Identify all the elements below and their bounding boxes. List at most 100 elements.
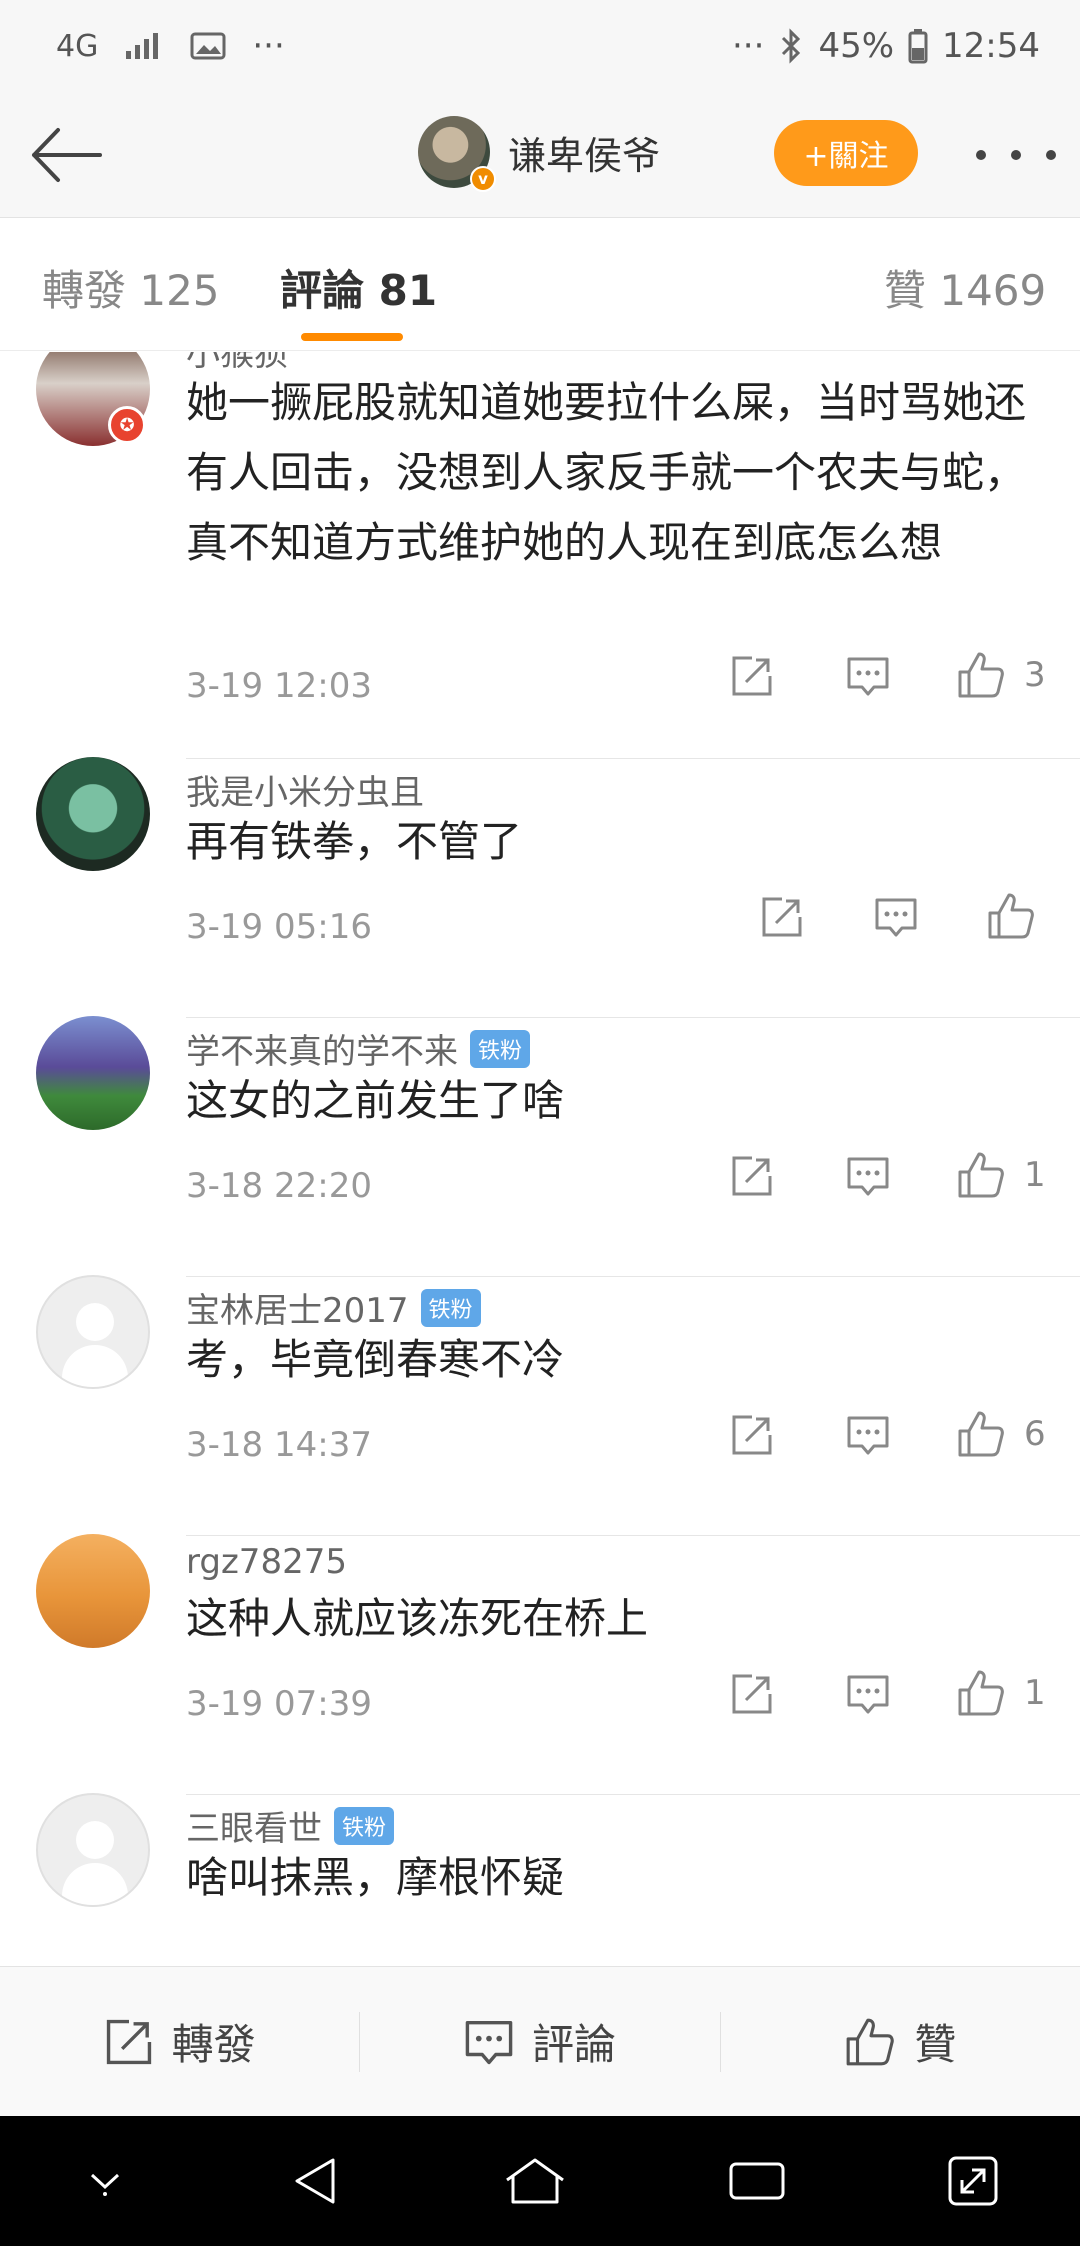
battery-icon [908, 28, 928, 64]
expand-icon[interactable] [946, 2154, 1000, 2208]
thumbs-up-icon [958, 1411, 1004, 1457]
like-count: 6 [1024, 1414, 1046, 1454]
bluetooth-icon [778, 28, 804, 64]
repost-action[interactable]: 轉發 [0, 2011, 359, 2072]
image-icon [190, 31, 226, 61]
more-status: ··· [732, 26, 765, 66]
recent-apps-icon[interactable] [727, 2156, 787, 2206]
dot-icon [1011, 150, 1021, 160]
share-icon [732, 656, 772, 696]
repost-label: 轉發 [171, 2020, 256, 2069]
tab-reposts[interactable]: 轉發 125 [42, 257, 220, 318]
share-icon [732, 1415, 772, 1455]
comment-list: ✪ 小猴狈 她一撅屁股就知道她要拉什么屎，当时骂她还有人回击，没想到人家反手就一… [0, 352, 1080, 1966]
avatar[interactable] [36, 757, 150, 871]
thumbs-up-icon [846, 2018, 895, 2065]
like-action[interactable]: 贊 [721, 2011, 1080, 2072]
reply-button[interactable] [846, 1672, 890, 1716]
like-button[interactable]: 3 [956, 650, 1046, 700]
share-icon [732, 1674, 772, 1714]
like-label: 贊 [914, 2020, 957, 2069]
like-count: 3 [1024, 655, 1046, 695]
avatar[interactable] [36, 1275, 150, 1389]
share-icon [732, 1156, 772, 1196]
comment-time: 3-19 12:03 [186, 666, 372, 706]
repost-button[interactable] [730, 1154, 774, 1198]
comment-icon [847, 1675, 889, 1714]
arrow-left-icon [32, 128, 102, 182]
reply-button[interactable] [846, 654, 890, 698]
tab-indicator [301, 333, 403, 341]
dot-icon [976, 150, 986, 160]
comment-time: 3-19 07:39 [186, 1684, 372, 1724]
comment-action[interactable]: 評論 [360, 2011, 719, 2072]
comment-icon [847, 1157, 889, 1196]
thumbs-up-icon [988, 893, 1034, 939]
like-count: 1 [1024, 1673, 1046, 1713]
thumbs-up-icon [958, 1152, 1004, 1198]
comment-item: 三眼看世 铁粉 啥叫抹黑，摩根怀疑 [0, 1793, 1080, 1966]
home-icon[interactable] [503, 2154, 567, 2208]
default-avatar-icon [76, 1821, 114, 1859]
repost-button[interactable] [730, 654, 774, 698]
more-options-button[interactable] [976, 132, 1056, 178]
signal-icon [124, 31, 164, 61]
network-indicator: 4G [56, 28, 99, 64]
comment-item: rgz78275 这种人就应该冻死在桥上 3-19 07:39 1 [0, 1534, 1080, 1795]
share-icon [106, 2019, 151, 2064]
reply-button[interactable] [874, 895, 918, 939]
header: v 谦卑侯爷 +關注 [0, 92, 1080, 218]
comment-item: ✪ 小猴狈 她一撅屁股就知道她要拉什么屎，当时骂她还有人回击，没想到人家反手就一… [0, 352, 1080, 766]
repost-button[interactable] [730, 1413, 774, 1457]
header-username: 谦卑侯爷 [508, 133, 661, 178]
comment-time: 3-18 14:37 [186, 1425, 372, 1465]
comment-text: 她一撅屁股就知道她要拉什么屎，当时骂她还有人回击，没想到人家反手就一个农夫与蛇，… [186, 378, 1027, 567]
verified-icon: v [470, 166, 496, 192]
tab-comments[interactable]: 評論 81 [280, 257, 437, 318]
comment-icon [847, 657, 889, 696]
comment-text: 再有铁拳，不管了 [186, 817, 523, 866]
thumbs-up-icon [958, 652, 1004, 698]
reply-button[interactable] [846, 1154, 890, 1198]
like-button[interactable]: 1 [956, 1150, 1046, 1200]
like-button[interactable]: 6 [956, 1409, 1046, 1459]
avatar[interactable] [36, 1534, 150, 1648]
like-count: 1 [1024, 1155, 1046, 1195]
back-button[interactable] [28, 120, 108, 190]
like-button[interactable]: 1 [956, 1668, 1046, 1718]
fan-badge: 铁粉 [420, 1288, 481, 1327]
avatar[interactable] [36, 1016, 150, 1130]
header-user[interactable]: v 谦卑侯爷 [418, 116, 661, 192]
avatar[interactable]: v [418, 116, 496, 192]
tab-likes[interactable]: 贊 1469 [884, 257, 1046, 318]
comment-text: 这种人就应该冻死在桥上 [186, 1594, 649, 1643]
avatar[interactable] [36, 1793, 150, 1907]
comment-text: 考，毕竟倒春寒不冷 [186, 1335, 565, 1384]
comment-text: 这女的之前发生了啥 [186, 1076, 565, 1125]
comment-author[interactable]: rgz78275 [186, 1542, 347, 1582]
tab-bar: 轉發 125 評論 81 贊 1469 [0, 219, 1080, 351]
chevron-down-icon[interactable] [80, 2161, 130, 2201]
comment-icon [465, 2020, 513, 2064]
default-avatar-icon [76, 1303, 114, 1341]
like-button[interactable] [986, 891, 1054, 941]
thumbs-up-icon [958, 1670, 1004, 1716]
clock: 12:54 [942, 26, 1040, 66]
comment-label: 評論 [531, 2020, 616, 2069]
fan-badge: 铁粉 [334, 1806, 395, 1845]
comment-item: 宝林居士2017 铁粉 考，毕竟倒春寒不冷 3-18 14:37 6 [0, 1275, 1080, 1536]
battery-percent: 45% [818, 26, 895, 66]
reply-button[interactable] [846, 1413, 890, 1457]
comment-icon [847, 1416, 889, 1455]
back-nav-icon[interactable] [289, 2154, 343, 2208]
more-notifications: ··· [252, 26, 285, 66]
system-nav-bar [0, 2116, 1080, 2246]
bottom-action-bar: 轉發 評論 贊 [0, 1966, 1080, 2116]
comment-item: 学不来真的学不来 铁粉 这女的之前发生了啥 3-18 22:20 1 [0, 1016, 1080, 1277]
comment-text: 啥叫抹黑，摩根怀疑 [186, 1853, 565, 1902]
share-icon [762, 897, 802, 937]
follow-button[interactable]: +關注 [774, 120, 918, 186]
repost-button[interactable] [730, 1672, 774, 1716]
status-bar: 4G ··· ··· 45% 12:54 [0, 0, 1080, 92]
repost-button[interactable] [760, 895, 804, 939]
